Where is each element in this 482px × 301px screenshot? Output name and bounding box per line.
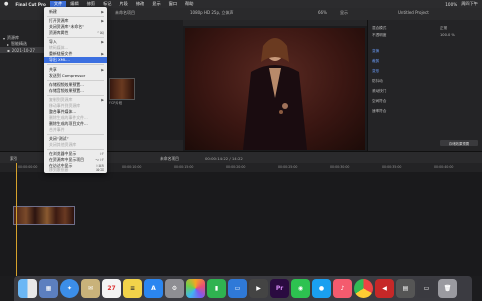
menu-item-close-other-libraries[interactable]: 关闭其他资源库 (44, 142, 107, 148)
ruler-mark: 00:00:25:00 (278, 165, 298, 169)
calendar-icon[interactable]: 27 (102, 279, 121, 298)
qq-icon[interactable]: ● (312, 279, 331, 298)
final-cut-icon[interactable]: ▶ (249, 279, 268, 298)
clip-label: FCP片段 (109, 101, 123, 105)
trash-icon[interactable]: 🗑 (438, 279, 457, 298)
menu-modify[interactable]: 修改 (132, 1, 148, 7)
menubar-clock[interactable]: 周四下午 (461, 1, 478, 7)
inspector: 混合模式 正常 不透明度 100.0 % 变换 裁剪 变形 防抖动 滚动快门 空… (367, 20, 482, 151)
premiere-icon[interactable]: Pr (270, 279, 289, 298)
menu-item-send-compressor[interactable]: 发送到 Compressor (44, 73, 107, 79)
rolling-shutter-row[interactable]: 滚动快门 (372, 89, 386, 94)
numbers-icon[interactable]: ▮ (207, 279, 226, 298)
app-store-icon[interactable]: A (144, 279, 163, 298)
blend-mode-value[interactable]: 正常 (440, 26, 447, 31)
ruler-mark: 00:00:00:00 (18, 165, 38, 169)
playhead[interactable] (16, 163, 17, 276)
chrome-icon[interactable] (354, 279, 373, 298)
menu-separator (47, 149, 104, 150)
disclosure-icon[interactable]: ▾ (3, 36, 5, 41)
menu-separator (47, 64, 104, 65)
video-frame[interactable] (185, 28, 365, 150)
apple-icon[interactable]: ● (0, 1, 11, 7)
finder-icon[interactable] (18, 279, 37, 298)
menu-help[interactable]: 帮助 (181, 1, 197, 7)
tv-icon[interactable]: ◀ (375, 279, 394, 298)
mail-icon[interactable]: ✉ (81, 279, 100, 298)
monitor-icon[interactable]: ▭ (417, 279, 436, 298)
menu-clip[interactable]: 片段 (115, 1, 131, 7)
viewer (183, 20, 367, 151)
battery-status[interactable]: 100% (445, 2, 457, 7)
view-options[interactable]: 显示 (340, 10, 348, 16)
app-menu[interactable]: Final Cut Pro (11, 2, 50, 7)
menu-item-new[interactable]: 新建 ▶ (44, 9, 107, 15)
rate-conform-row[interactable]: 速率符合 (372, 109, 386, 114)
zoom-level[interactable]: 66% (318, 10, 327, 15)
folder-icon: ▸ (7, 41, 10, 47)
spatial-conform-row[interactable]: 空间符合 (372, 99, 386, 104)
menu-separator (47, 37, 104, 38)
ruler-mark: 00:00:35:00 (382, 165, 402, 169)
safari-icon[interactable]: ✦ (60, 279, 79, 298)
music-icon[interactable]: ♪ (333, 279, 352, 298)
menu-item-move-to-trash[interactable]: 移到废纸篓 ⌘⌫ (44, 167, 107, 172)
event-icon: ▪ (7, 47, 10, 53)
inspector-header: Untitled Project (398, 10, 429, 15)
ruler-mark: 00:00:40:00 (434, 165, 454, 169)
menu-view[interactable]: 显示 (148, 1, 164, 7)
viewer-title: 未命名项目 (115, 10, 135, 15)
video-figure (243, 38, 307, 150)
media-icon[interactable]: ▤ (396, 279, 415, 298)
keynote-icon[interactable]: ▭ (228, 279, 247, 298)
menu-item-save-audio-preset[interactable]: 存储音频效果预置... (44, 88, 107, 94)
clip-thumbnail[interactable] (109, 78, 135, 100)
index-button[interactable]: 索引 (10, 156, 18, 162)
menu-separator (47, 16, 104, 17)
timeline-timecode: 00:00:14:22 / 14:22 (205, 156, 243, 161)
crop-row[interactable]: 裁剪 (372, 59, 379, 64)
menu-separator (47, 80, 104, 81)
notes-icon[interactable]: ≡ (123, 279, 142, 298)
ruler-mark: 00:00:10:00 (122, 165, 142, 169)
transform-row[interactable]: 变换 (372, 49, 379, 54)
inspector-row: 不透明度 (372, 33, 387, 37)
menu-item-library-properties[interactable]: 资源库属性 ^⌘J (44, 30, 107, 36)
opacity-value[interactable]: 100.0 % (440, 33, 455, 37)
timeline-clip[interactable] (13, 206, 75, 225)
wechat-icon[interactable]: ◉ (291, 279, 310, 298)
ruler-mark: 00:00:30:00 (330, 165, 350, 169)
ruler-mark: 00:00:20:00 (226, 165, 246, 169)
photos-icon[interactable] (186, 279, 205, 298)
inspector-row: 混合模式 (372, 26, 387, 30)
dock: ▦ ✦ ✉ 27 ≡ A ⚙ ▮ ▭ ▶ Pr ◉ ● ♪ ◀ ▤ ▭ 🗑 (14, 276, 472, 301)
viewer-format: 1080p HD 25p, 立体声 (190, 10, 234, 15)
menu-separator (47, 134, 104, 135)
file-menu: 新建 ▶ 打开资源库 ▶ 关闭资源库“未命名” 资源库属性 ^⌘J 导入 ▶ 转码媒体.… (44, 7, 107, 173)
menu-item-merge-events[interactable]: 合并事件 (44, 127, 107, 133)
stabilization-row[interactable]: 防抖动 (372, 79, 383, 84)
system-preferences-icon[interactable]: ⚙ (165, 279, 184, 298)
viewer-header (183, 20, 367, 26)
distort-row[interactable]: 变形 (372, 69, 379, 74)
save-effects-preset-button[interactable]: 存储效果预置 (440, 140, 478, 146)
menu-item-export-xml[interactable]: 导出 XML... (44, 57, 107, 63)
launchpad-icon[interactable]: ▦ (39, 279, 58, 298)
menu-separator (47, 95, 104, 96)
menu-window[interactable]: 窗口 (165, 1, 181, 7)
ruler-mark: 00:00:15:00 (174, 165, 194, 169)
timeline-project: 未命名项目 (160, 156, 179, 161)
